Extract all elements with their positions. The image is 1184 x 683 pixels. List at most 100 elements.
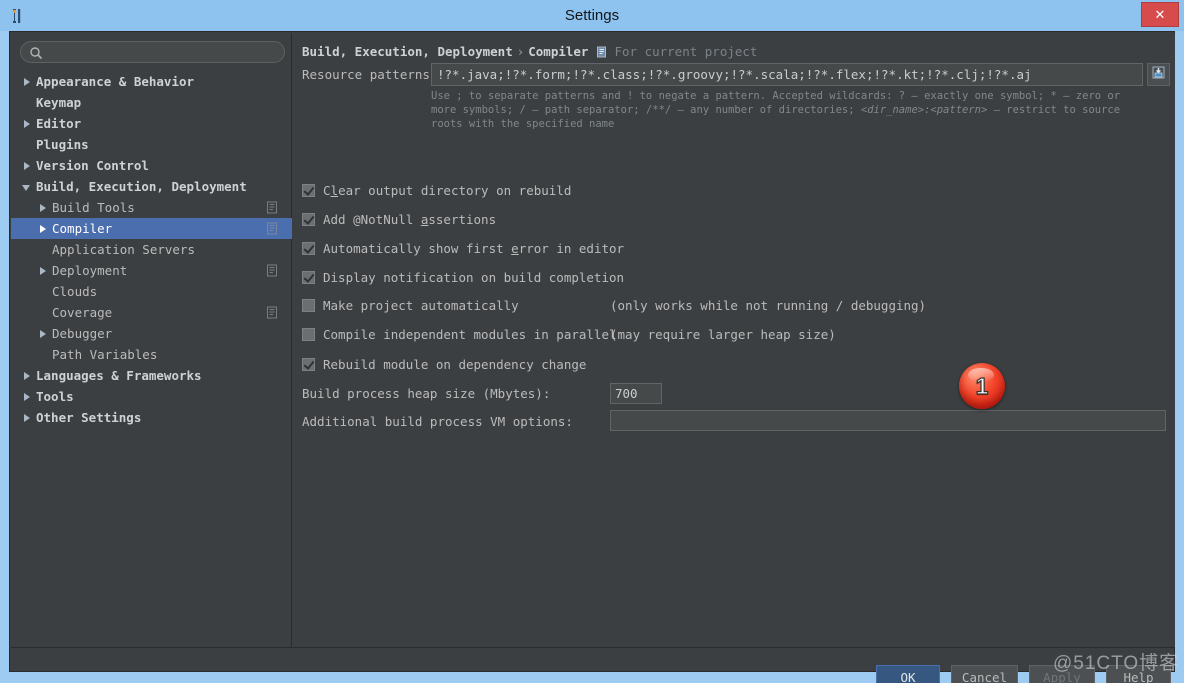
- help-button[interactable]: Help: [1106, 665, 1171, 683]
- sidebar-item-appearance-behavior[interactable]: Appearance & Behavior: [11, 71, 292, 92]
- resource-patterns-input[interactable]: [431, 63, 1143, 86]
- window-frame: Settings ✕ Appearance: [0, 0, 1184, 683]
- checkbox-checked-icon[interactable]: [302, 358, 315, 371]
- checkbox-note: (may require larger heap size): [610, 327, 836, 342]
- search-field[interactable]: [20, 41, 285, 63]
- sidebar-item-application-servers[interactable]: Application Servers: [11, 239, 292, 260]
- sidebar-item-label: Deployment: [52, 263, 127, 278]
- vm-options-label: Additional build process VM options:: [302, 414, 573, 429]
- checkbox-rebuild-module-on-dependency[interactable]: Rebuild module on dependency change: [302, 357, 586, 372]
- project-scope-icon: [596, 46, 608, 58]
- sidebar-footer-divider: [11, 647, 292, 648]
- settings-tree: Appearance & Behavior Keymap Editor Plugins…: [11, 71, 292, 428]
- sidebar-item-coverage[interactable]: Coverage: [11, 302, 292, 323]
- sidebar-item-build-execution-deployment[interactable]: Build, Execution, Deployment: [11, 176, 292, 197]
- search-input[interactable]: [48, 43, 280, 63]
- chevron-right-icon[interactable]: [21, 118, 33, 130]
- checkbox-checked-icon[interactable]: [302, 213, 315, 226]
- close-button[interactable]: ✕: [1141, 2, 1179, 27]
- sidebar-item-version-control[interactable]: Version Control: [11, 155, 292, 176]
- checkbox-label-mnemonic: l: [331, 183, 339, 198]
- checkbox-label-pre: Compile independent modules in parallel: [323, 327, 617, 342]
- checkbox-checked-icon[interactable]: [302, 242, 315, 255]
- tree-spacer: [37, 286, 49, 298]
- sidebar-item-build-tools[interactable]: Build Tools: [11, 197, 292, 218]
- chevron-right-icon[interactable]: [21, 160, 33, 172]
- vm-options-input[interactable]: [610, 410, 1166, 431]
- settings-dialog: Appearance & Behavior Keymap Editor Plugins…: [9, 31, 1175, 672]
- breadcrumb-parent[interactable]: Build, Execution, Deployment: [302, 44, 513, 59]
- sidebar-item-editor[interactable]: Editor: [11, 113, 292, 134]
- resource-patterns-label: Resource patterns:: [302, 67, 437, 82]
- title-bar: Settings ✕: [0, 0, 1184, 31]
- sidebar-item-path-variables[interactable]: Path Variables: [11, 344, 292, 365]
- chevron-right-icon[interactable]: [37, 328, 49, 340]
- import-settings-button[interactable]: [1147, 63, 1170, 86]
- project-scope-icon: [266, 201, 279, 214]
- settings-main-panel: Build, Execution, Deployment › Compiler …: [292, 33, 1175, 647]
- sidebar-item-label: Compiler: [52, 221, 112, 236]
- sidebar-item-label: Version Control: [36, 158, 149, 173]
- sidebar-item-label: Languages & Frameworks: [36, 368, 202, 383]
- checkbox-make-project-automatically[interactable]: Make project automatically: [302, 298, 519, 313]
- sidebar-item-compiler[interactable]: Compiler: [11, 218, 292, 239]
- checkbox-unchecked-icon[interactable]: [302, 328, 315, 341]
- checkbox-automatically-show-first-error[interactable]: Automatically show first error in editor: [302, 241, 624, 256]
- sidebar-item-other-settings[interactable]: Other Settings: [11, 407, 292, 428]
- chevron-right-icon[interactable]: [21, 76, 33, 88]
- checkbox-unchecked-icon[interactable]: [302, 299, 315, 312]
- chevron-right-icon[interactable]: [37, 202, 49, 214]
- resource-patterns-hint: Use ; to separate patterns and ! to nega…: [431, 89, 1151, 131]
- breadcrumb-scope-note: For current project: [614, 44, 757, 59]
- chevron-down-icon[interactable]: [21, 181, 33, 193]
- heap-size-input[interactable]: [610, 383, 662, 404]
- sidebar-item-tools[interactable]: Tools: [11, 386, 292, 407]
- checkbox-checked-icon[interactable]: [302, 184, 315, 197]
- sidebar-item-clouds[interactable]: Clouds: [11, 281, 292, 302]
- sidebar-item-keymap[interactable]: Keymap: [11, 92, 292, 113]
- chevron-right-icon[interactable]: [21, 370, 33, 382]
- sidebar-item-plugins[interactable]: Plugins: [11, 134, 292, 155]
- ok-button[interactable]: OK: [876, 665, 940, 683]
- checkbox-label-post: ssertions: [428, 212, 496, 227]
- import-settings-icon: [1151, 65, 1166, 84]
- checkbox-label: Automatically show first error in editor: [323, 241, 624, 256]
- checkbox-display-notification-on-build[interactable]: Display notification on build completion: [302, 270, 624, 285]
- sidebar-item-label: Application Servers: [52, 242, 195, 257]
- chevron-right-icon[interactable]: [37, 265, 49, 277]
- sidebar-item-label: Other Settings: [36, 410, 141, 425]
- sidebar-item-label: Appearance & Behavior: [36, 74, 194, 89]
- sidebar-item-label: Plugins: [36, 137, 89, 152]
- sidebar-item-debugger[interactable]: Debugger: [11, 323, 292, 344]
- cancel-button[interactable]: Cancel: [951, 665, 1018, 683]
- sidebar-item-label: Editor: [36, 116, 81, 131]
- chevron-right-icon[interactable]: [21, 412, 33, 424]
- sidebar-item-label: Path Variables: [52, 347, 157, 362]
- tree-spacer: [21, 97, 33, 109]
- sidebar-item-deployment[interactable]: Deployment: [11, 260, 292, 281]
- project-scope-icon: [266, 306, 279, 319]
- checkbox-label-post: rror in editor: [519, 241, 624, 256]
- chevron-right-icon[interactable]: [21, 391, 33, 403]
- sidebar-item-label: Coverage: [52, 305, 112, 320]
- checkbox-compile-independent-modules-in[interactable]: Compile independent modules in parallel: [302, 327, 617, 342]
- sidebar-item-label: Debugger: [52, 326, 112, 341]
- checkbox-label-pre: Make project automatically: [323, 298, 519, 313]
- screen: Settings ✕ Appearance: [0, 0, 1184, 683]
- checkbox-label: Clear output directory on rebuild: [323, 183, 571, 198]
- checkbox-add-notnull-assertions[interactable]: Add @NotNull assertions: [302, 212, 496, 227]
- project-scope-icon: [266, 264, 279, 277]
- breadcrumb-separator: ›: [517, 44, 525, 59]
- sidebar-item-label: Build, Execution, Deployment: [36, 179, 247, 194]
- checkbox-label-mnemonic: e: [511, 241, 519, 256]
- tree-spacer: [37, 307, 49, 319]
- breadcrumb-current: Compiler: [528, 44, 588, 59]
- checkbox-checked-icon[interactable]: [302, 271, 315, 284]
- checkbox-clear-output-directory-on[interactable]: Clear output directory on rebuild: [302, 183, 571, 198]
- chevron-right-icon[interactable]: [37, 223, 49, 235]
- sidebar-item-languages-frameworks[interactable]: Languages & Frameworks: [11, 365, 292, 386]
- project-scope-icon: [266, 222, 279, 235]
- annotation-badge-1: 1: [959, 363, 1005, 409]
- checkbox-label: Add @NotNull assertions: [323, 212, 496, 227]
- footer-divider: [292, 647, 1175, 648]
